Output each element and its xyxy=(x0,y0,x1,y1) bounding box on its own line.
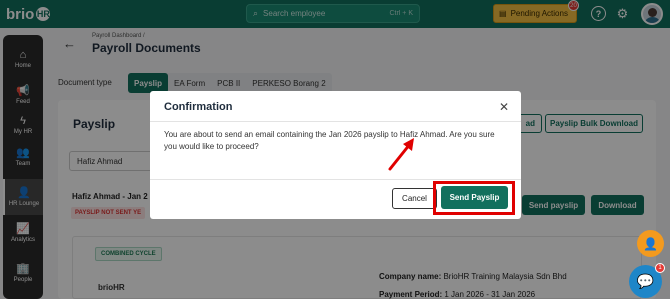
dialog-divider xyxy=(150,179,521,180)
chat-badge: 1 xyxy=(655,263,665,273)
chat-fab-icon[interactable]: 💬 1 xyxy=(629,263,665,298)
person-fab-icon[interactable]: 👤 xyxy=(637,230,664,257)
confirm-send-payslip-button[interactable]: Send Payslip xyxy=(441,186,508,209)
close-icon[interactable]: ✕ xyxy=(499,100,509,114)
dialog-divider xyxy=(150,121,521,122)
dialog-title: Confirmation xyxy=(164,101,233,113)
dialog-message: You are about to send an email containin… xyxy=(164,130,495,151)
cancel-button[interactable]: Cancel xyxy=(392,188,437,209)
red-arrow-icon xyxy=(388,138,414,171)
chat-bubble-icon: 💬 xyxy=(636,273,655,289)
